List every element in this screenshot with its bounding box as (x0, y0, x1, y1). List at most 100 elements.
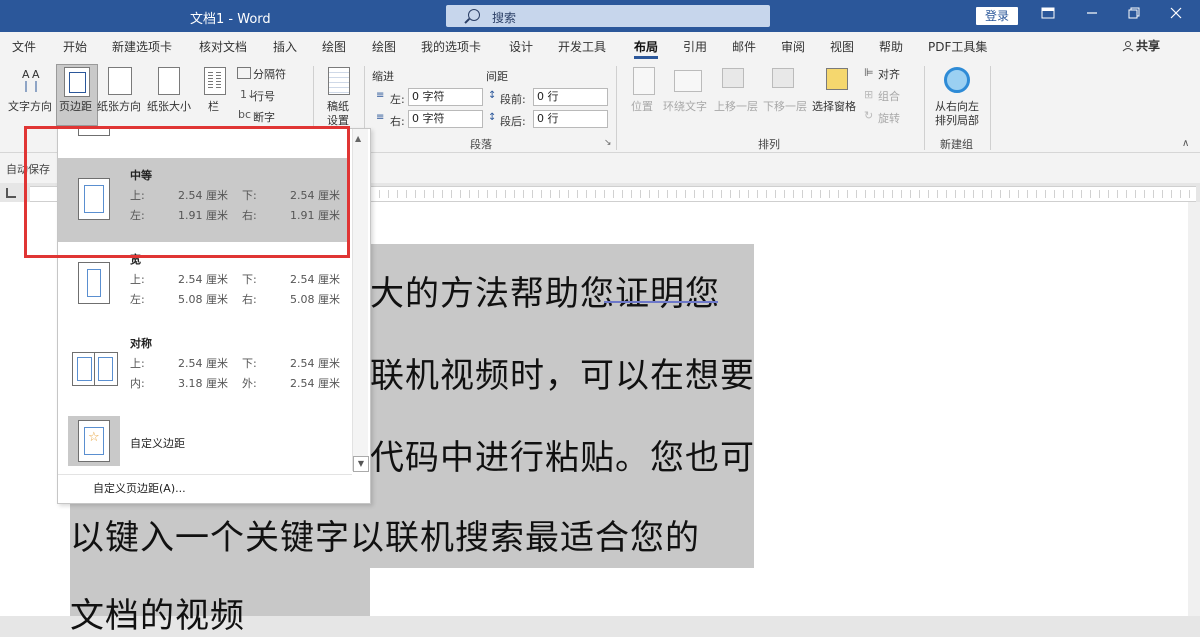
tab-pdf-tools[interactable]: PDF工具集 (928, 38, 987, 55)
tab-review[interactable]: 审阅 (781, 38, 805, 55)
ribbon-separator (924, 66, 925, 150)
margin-mirrored-icon (72, 352, 118, 386)
send-backward-icon (772, 68, 794, 88)
document-text-line: 联机视频时，可以在想要 (370, 356, 755, 396)
draft-paper-icon (328, 67, 350, 95)
spacing-after-label: 段后: (500, 115, 526, 128)
indent-left-label: 左: (390, 93, 405, 106)
breaks-button[interactable]: 分隔符 (253, 66, 286, 82)
login-button[interactable]: 登录 (976, 7, 1018, 25)
vertical-scrollbar[interactable] (1188, 202, 1200, 616)
margin-outside-value: 2.54 厘米 (290, 377, 340, 390)
columns-icon (204, 67, 226, 95)
margin-bottom-label: 下: (242, 273, 257, 286)
indent-right-icon: ≡ (376, 112, 385, 123)
tab-mailings[interactable]: 邮件 (732, 38, 756, 55)
document-title: 文档1 - Word (190, 12, 271, 27)
text-direction-button[interactable]: 文字方向 (8, 98, 52, 114)
dropdown-scrollbar[interactable] (352, 129, 368, 471)
tab-references[interactable]: 引用 (683, 38, 707, 55)
margin-top-value: 2.54 厘米 (178, 357, 228, 370)
tab-developer[interactable]: 开发工具 (558, 38, 606, 55)
restore-icon[interactable] (1124, 6, 1144, 26)
margin-inside-label: 内: (130, 377, 145, 390)
tab-draw-1[interactable]: 绘图 (322, 38, 346, 55)
selection-pane-button[interactable]: 选择窗格 (812, 98, 856, 114)
position-icon (633, 67, 655, 95)
bring-forward-icon (722, 68, 744, 88)
new-group-label: 新建组 (940, 138, 973, 151)
tab-file[interactable]: 文件 (12, 38, 36, 55)
spacing-before-label: 段前: (500, 93, 526, 106)
minimize-icon[interactable] (1082, 6, 1102, 26)
spacing-before-icon: ↕ (488, 90, 497, 101)
margins-icon (64, 67, 90, 97)
tab-stop-selector-icon[interactable] (6, 188, 16, 198)
rotate-button[interactable]: 旋转 (878, 110, 900, 126)
orientation-button[interactable]: 纸张方向 (97, 98, 141, 114)
share-button[interactable]: 共享 (1136, 37, 1160, 54)
hyphenation-button[interactable]: 断字 (253, 109, 275, 125)
align-icon: ⊫ (864, 66, 874, 79)
tab-new[interactable]: 新建选项卡 (112, 38, 172, 55)
margin-option-name: 对称 (130, 337, 152, 350)
send-backward-button[interactable]: 下移一层 (763, 98, 807, 114)
tab-view[interactable]: 视图 (830, 38, 854, 55)
rotate-icon: ↻ (864, 109, 874, 122)
align-button[interactable]: 对齐 (878, 66, 900, 82)
tab-layout[interactable]: 布局 (634, 38, 658, 55)
tab-design[interactable]: 设计 (509, 38, 533, 55)
tab-check-doc[interactable]: 核对文档 (199, 38, 247, 55)
line-numbers-button[interactable]: 行号 (253, 88, 275, 104)
ruler-ticks (370, 190, 1196, 198)
paper-size-icon (158, 67, 180, 95)
indent-right-input[interactable]: 0 字符 (408, 110, 483, 128)
search-icon (468, 9, 480, 21)
paragraph-dialog-launcher-icon[interactable]: ↘ (604, 138, 612, 148)
rtl-arrange-button-line2[interactable]: 排列局部 (935, 112, 979, 128)
group-icon: ⊞ (864, 88, 874, 101)
tab-home[interactable]: 开始 (63, 38, 87, 55)
bring-forward-button[interactable]: 上移一层 (714, 98, 758, 114)
orientation-icon (108, 67, 132, 95)
indent-right-label: 右: (390, 115, 405, 128)
scroll-down-icon[interactable]: ▼ (353, 456, 369, 472)
paper-size-button[interactable]: 纸张大小 (147, 98, 191, 114)
highlight-annotation-box (24, 126, 350, 258)
share-icon (1122, 40, 1134, 55)
indent-label: 缩进 (372, 70, 394, 83)
close-icon[interactable] (1166, 6, 1186, 26)
spacing-before-input[interactable]: 0 行 (533, 88, 608, 106)
margin-wide-icon (78, 262, 110, 304)
custom-margins-menu-item[interactable]: 自定义页边距(A)... (93, 480, 186, 496)
indent-left-input[interactable]: 0 字符 (408, 88, 483, 106)
spacing-after-icon: ↕ (488, 112, 497, 123)
hyphenation-icon: bc (238, 108, 252, 121)
svg-text:A: A (22, 68, 30, 81)
active-tab-indicator (634, 56, 658, 59)
scroll-up-icon[interactable]: ▲ (355, 134, 361, 143)
margin-bottom-label: 下: (242, 357, 257, 370)
collapse-ribbon-icon[interactable]: ∧ (1182, 138, 1189, 149)
svg-text:A: A (32, 68, 40, 81)
wrap-text-icon (674, 70, 702, 92)
group-button[interactable]: 组合 (878, 88, 900, 104)
document-text-line: 代码中进行粘贴。您也可 (370, 438, 755, 478)
tab-my-tab[interactable]: 我的选项卡 (421, 38, 481, 55)
margin-left-value: 5.08 厘米 (178, 293, 228, 306)
wrap-text-button[interactable]: 环绕文字 (663, 98, 707, 114)
paragraph-group-label: 段落 (470, 138, 492, 151)
arrange-group-label: 排列 (758, 138, 780, 151)
rtl-arrange-icon (944, 67, 970, 93)
tab-draw-2[interactable]: 绘图 (372, 38, 396, 55)
document-text-line: 文档的视频 (70, 596, 245, 636)
tab-help[interactable]: 帮助 (879, 38, 903, 55)
text-direction-icon: AA (20, 66, 44, 97)
custom-last-label: 自定义边距 (130, 437, 185, 450)
position-button[interactable]: 位置 (631, 98, 653, 114)
columns-button[interactable]: 栏 (208, 98, 219, 114)
ribbon-display-icon[interactable] (1038, 6, 1058, 26)
margin-bottom-value: 2.54 厘米 (290, 357, 340, 370)
tab-insert[interactable]: 插入 (273, 38, 297, 55)
spacing-after-input[interactable]: 0 行 (533, 110, 608, 128)
